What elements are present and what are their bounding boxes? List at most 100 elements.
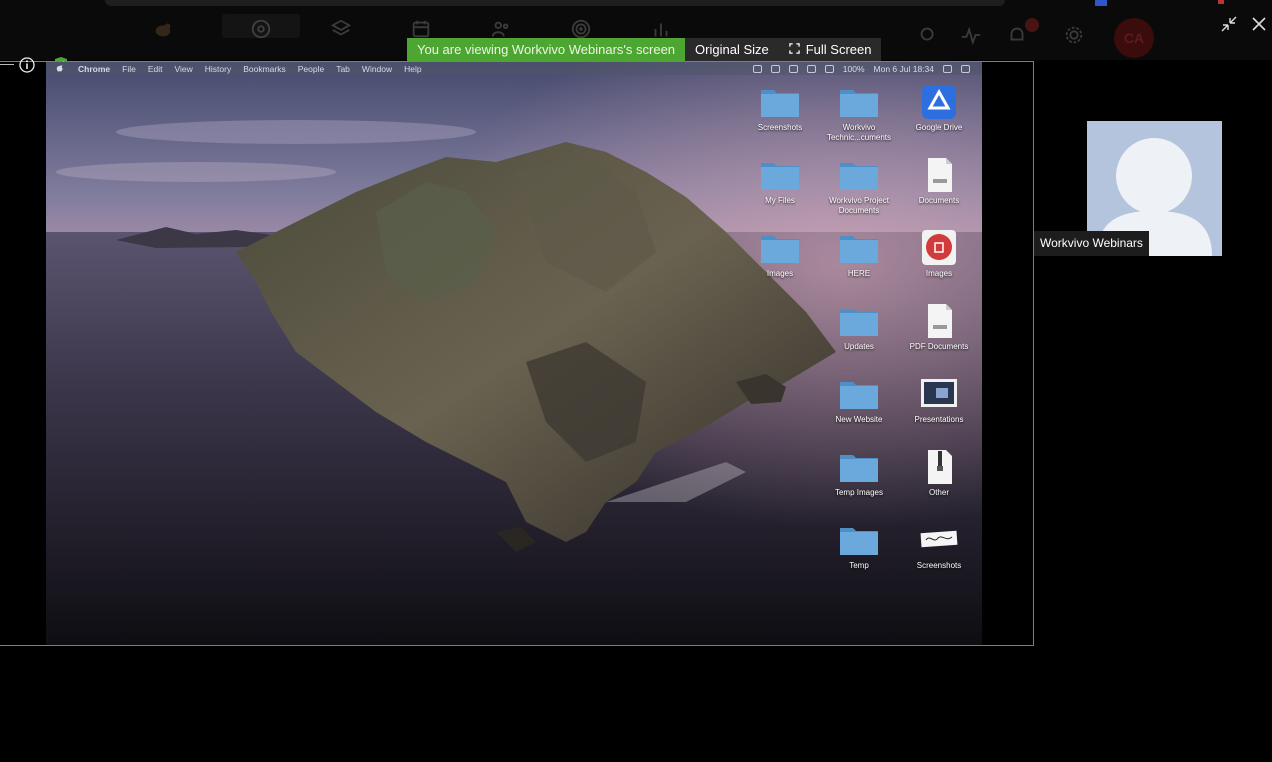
divider [0, 64, 14, 65]
mac-menu-bar: Chrome File Edit View History Bookmarks … [46, 62, 982, 75]
search-icon[interactable] [943, 64, 952, 73]
desktop-item[interactable]: Google Drive [899, 84, 979, 133]
desktop-item[interactable]: Workvivo Technic...cuments [819, 84, 899, 143]
folder-icon [838, 230, 880, 266]
desktop-item-label: Screenshots [916, 561, 962, 570]
folder-icon [838, 157, 880, 193]
apple-icon[interactable] [56, 64, 64, 73]
aperture-icon[interactable] [250, 18, 272, 40]
desktop-item[interactable]: Temp Images [819, 449, 899, 498]
app-red-icon [918, 230, 960, 266]
folder-icon [759, 157, 801, 193]
exit-fullscreen-icon[interactable] [1219, 14, 1239, 34]
participant-name-label: Workvivo Webinars [1034, 231, 1149, 256]
layers-icon[interactable] [330, 18, 352, 40]
close-icon[interactable] [1249, 14, 1269, 34]
menu-item[interactable]: Edit [148, 64, 163, 74]
status-icon[interactable] [788, 64, 798, 73]
desktop-item-label: Workvivo Project Documents [829, 196, 889, 215]
menu-item-app[interactable]: Chrome [78, 64, 110, 74]
desktop-item[interactable]: Workvivo Project Documents [819, 157, 899, 216]
menu-item[interactable]: View [174, 64, 192, 74]
menu-item[interactable]: Tab [336, 64, 350, 74]
target-icon[interactable] [570, 18, 592, 40]
menu-item[interactable]: Help [404, 64, 421, 74]
document-icon [918, 157, 960, 193]
info-icon[interactable] [18, 56, 36, 74]
activity-icon[interactable] [960, 24, 982, 46]
menu-item[interactable]: History [205, 64, 231, 74]
logo-icon [152, 18, 174, 40]
desktop-item-label: Presentations [914, 415, 964, 424]
image-file-icon [918, 376, 960, 412]
menu-item[interactable]: Window [362, 64, 392, 74]
desktop-item-label: PDF Documents [909, 342, 969, 351]
browser-url-strip [105, 0, 1005, 6]
people-icon[interactable] [490, 18, 512, 40]
status-icon[interactable] [752, 64, 762, 73]
desktop-item-label: Other [928, 488, 949, 497]
desktop-item-label: New Website [835, 415, 883, 424]
google-drive-icon [918, 84, 960, 120]
desktop-item-label: Images [925, 269, 953, 278]
desktop-item-label: Images [766, 269, 794, 278]
original-size-button[interactable]: Original Size [685, 38, 779, 61]
avatar-initials: CA [1123, 30, 1145, 46]
search-icon[interactable] [917, 24, 939, 46]
desktop-item-label: Screenshots [757, 123, 803, 132]
desktop-item-label: Documents [918, 196, 960, 205]
desktop-item[interactable]: My Files [740, 157, 820, 206]
extension-icon [1095, 0, 1107, 6]
avatar[interactable]: CA [1114, 18, 1154, 58]
desktop-item[interactable]: New Website [819, 376, 899, 425]
screen-share-viewer: CA You are viewing Workvivo Webinars's s… [0, 0, 1272, 762]
full-screen-button[interactable]: Full Screen [779, 38, 882, 61]
menu-item[interactable]: File [122, 64, 136, 74]
original-size-label: Original Size [695, 42, 769, 57]
notification-badge [1025, 18, 1039, 32]
shared-desktop[interactable]: Chrome File Edit View History Bookmarks … [46, 62, 982, 645]
desktop-item[interactable]: HERE [819, 230, 899, 279]
document-icon [918, 303, 960, 339]
desktop-item[interactable]: Updates [819, 303, 899, 352]
status-icon[interactable] [770, 64, 780, 73]
folder-icon [838, 303, 880, 339]
folder-icon [759, 230, 801, 266]
desktop-item-label: Google Drive [915, 123, 963, 132]
desktop-item-label: HERE [847, 269, 871, 278]
gear-icon[interactable] [1063, 24, 1085, 46]
desktop-item-label: Workvivo Technic...cuments [826, 123, 892, 142]
desktop-item[interactable]: Screenshots [899, 522, 979, 571]
full-screen-label: Full Screen [805, 42, 872, 57]
folder-icon [838, 84, 880, 120]
desktop-item[interactable]: Temp [819, 522, 899, 571]
extension-icon [1218, 0, 1224, 4]
folder-icon [838, 376, 880, 412]
signature-image-icon [918, 522, 960, 558]
desktop-item[interactable]: PDF Documents [899, 303, 979, 352]
desktop-item[interactable]: Images [899, 230, 979, 279]
expand-icon [789, 38, 800, 61]
folder-icon [838, 522, 880, 558]
viewing-status-text: You are viewing Workvivo Webinars's scre… [407, 38, 686, 61]
desktop-item-label: Temp [849, 561, 869, 570]
chart-icon[interactable] [650, 18, 672, 40]
status-area: 100% Mon 6 Jul 18:34 [752, 62, 970, 75]
desktop-item[interactable]: Screenshots [740, 84, 820, 133]
desktop-item[interactable]: Images [740, 230, 820, 279]
notification-center-icon[interactable] [961, 64, 970, 73]
battery-level: 100% [842, 63, 865, 74]
desktop-item-label: My Files [765, 196, 795, 205]
zip-icon [918, 449, 960, 485]
menu-item[interactable]: Bookmarks [243, 64, 286, 74]
desktop-item-label: Updates [844, 342, 874, 351]
desktop-item[interactable]: Presentations [899, 376, 979, 425]
wifi-icon[interactable] [824, 64, 834, 73]
desktop-item[interactable]: Other [899, 449, 979, 498]
desktop-item[interactable]: Documents [899, 157, 979, 206]
status-icon[interactable] [806, 64, 816, 73]
folder-icon [759, 84, 801, 120]
folder-icon [838, 449, 880, 485]
calendar-icon[interactable] [410, 18, 432, 40]
menu-item[interactable]: People [298, 64, 324, 74]
